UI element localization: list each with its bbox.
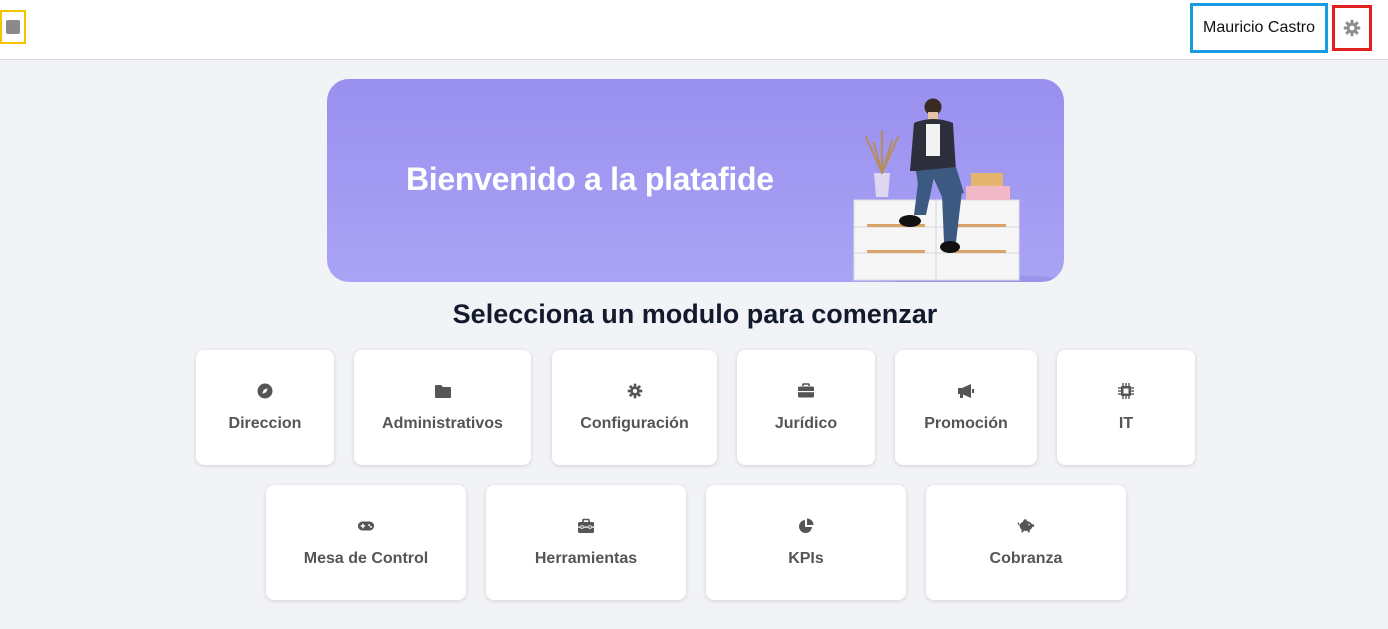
gamepad-icon bbox=[357, 517, 375, 535]
module-label: Herramientas bbox=[534, 550, 638, 567]
module-label: Cobranza bbox=[989, 550, 1063, 567]
microchip-icon bbox=[1117, 382, 1135, 400]
module-label: IT bbox=[1118, 415, 1134, 432]
piggy-bank-icon bbox=[1017, 517, 1035, 535]
app-logo-button[interactable] bbox=[0, 10, 26, 44]
module-card-direccion[interactable]: Direccion bbox=[196, 350, 334, 465]
pie-chart-icon bbox=[797, 517, 815, 535]
module-label: Administrativos bbox=[382, 415, 503, 432]
module-card-mesa-de-control[interactable]: Mesa de Control bbox=[266, 485, 466, 600]
briefcase-icon bbox=[797, 382, 815, 400]
module-card-cobranza[interactable]: Cobranza bbox=[926, 485, 1126, 600]
module-label: Configuración bbox=[580, 415, 689, 432]
settings-button[interactable] bbox=[1332, 5, 1372, 51]
user-name: Mauricio Castro bbox=[1202, 19, 1316, 36]
folder-icon bbox=[434, 382, 452, 400]
module-card-herramientas[interactable]: Herramientas bbox=[486, 485, 686, 600]
section-title: Selecciona un modulo para comenzar bbox=[452, 299, 938, 329]
gear-icon bbox=[1343, 19, 1361, 37]
module-label: KPIs bbox=[788, 550, 824, 567]
module-card-juridico[interactable]: Jurídico bbox=[737, 350, 875, 465]
banner-title: Bienvenido a la platafide bbox=[406, 161, 774, 197]
toolbox-icon bbox=[577, 517, 595, 535]
app-logo-icon bbox=[6, 20, 20, 34]
module-card-it[interactable]: IT bbox=[1057, 350, 1195, 465]
welcome-banner: Bienvenido a la platafide bbox=[327, 79, 1064, 282]
gear-icon bbox=[626, 382, 644, 400]
module-label: Jurídico bbox=[774, 415, 838, 432]
module-card-administrativos[interactable]: Administrativos bbox=[354, 350, 531, 465]
module-card-promocion[interactable]: Promoción bbox=[895, 350, 1037, 465]
module-label: Direccion bbox=[228, 415, 302, 432]
megaphone-icon bbox=[957, 382, 975, 400]
module-card-configuracion[interactable]: Configuración bbox=[552, 350, 717, 465]
module-label: Mesa de Control bbox=[303, 550, 429, 567]
module-card-kpis[interactable]: KPIs bbox=[706, 485, 906, 600]
module-label: Promoción bbox=[924, 415, 1008, 432]
woman-sitting-on-dresser-illustration bbox=[853, 98, 1052, 282]
compass-icon bbox=[256, 382, 274, 400]
user-menu-button[interactable]: Mauricio Castro bbox=[1190, 3, 1328, 53]
top-bar: Mauricio Castro bbox=[0, 0, 1388, 60]
